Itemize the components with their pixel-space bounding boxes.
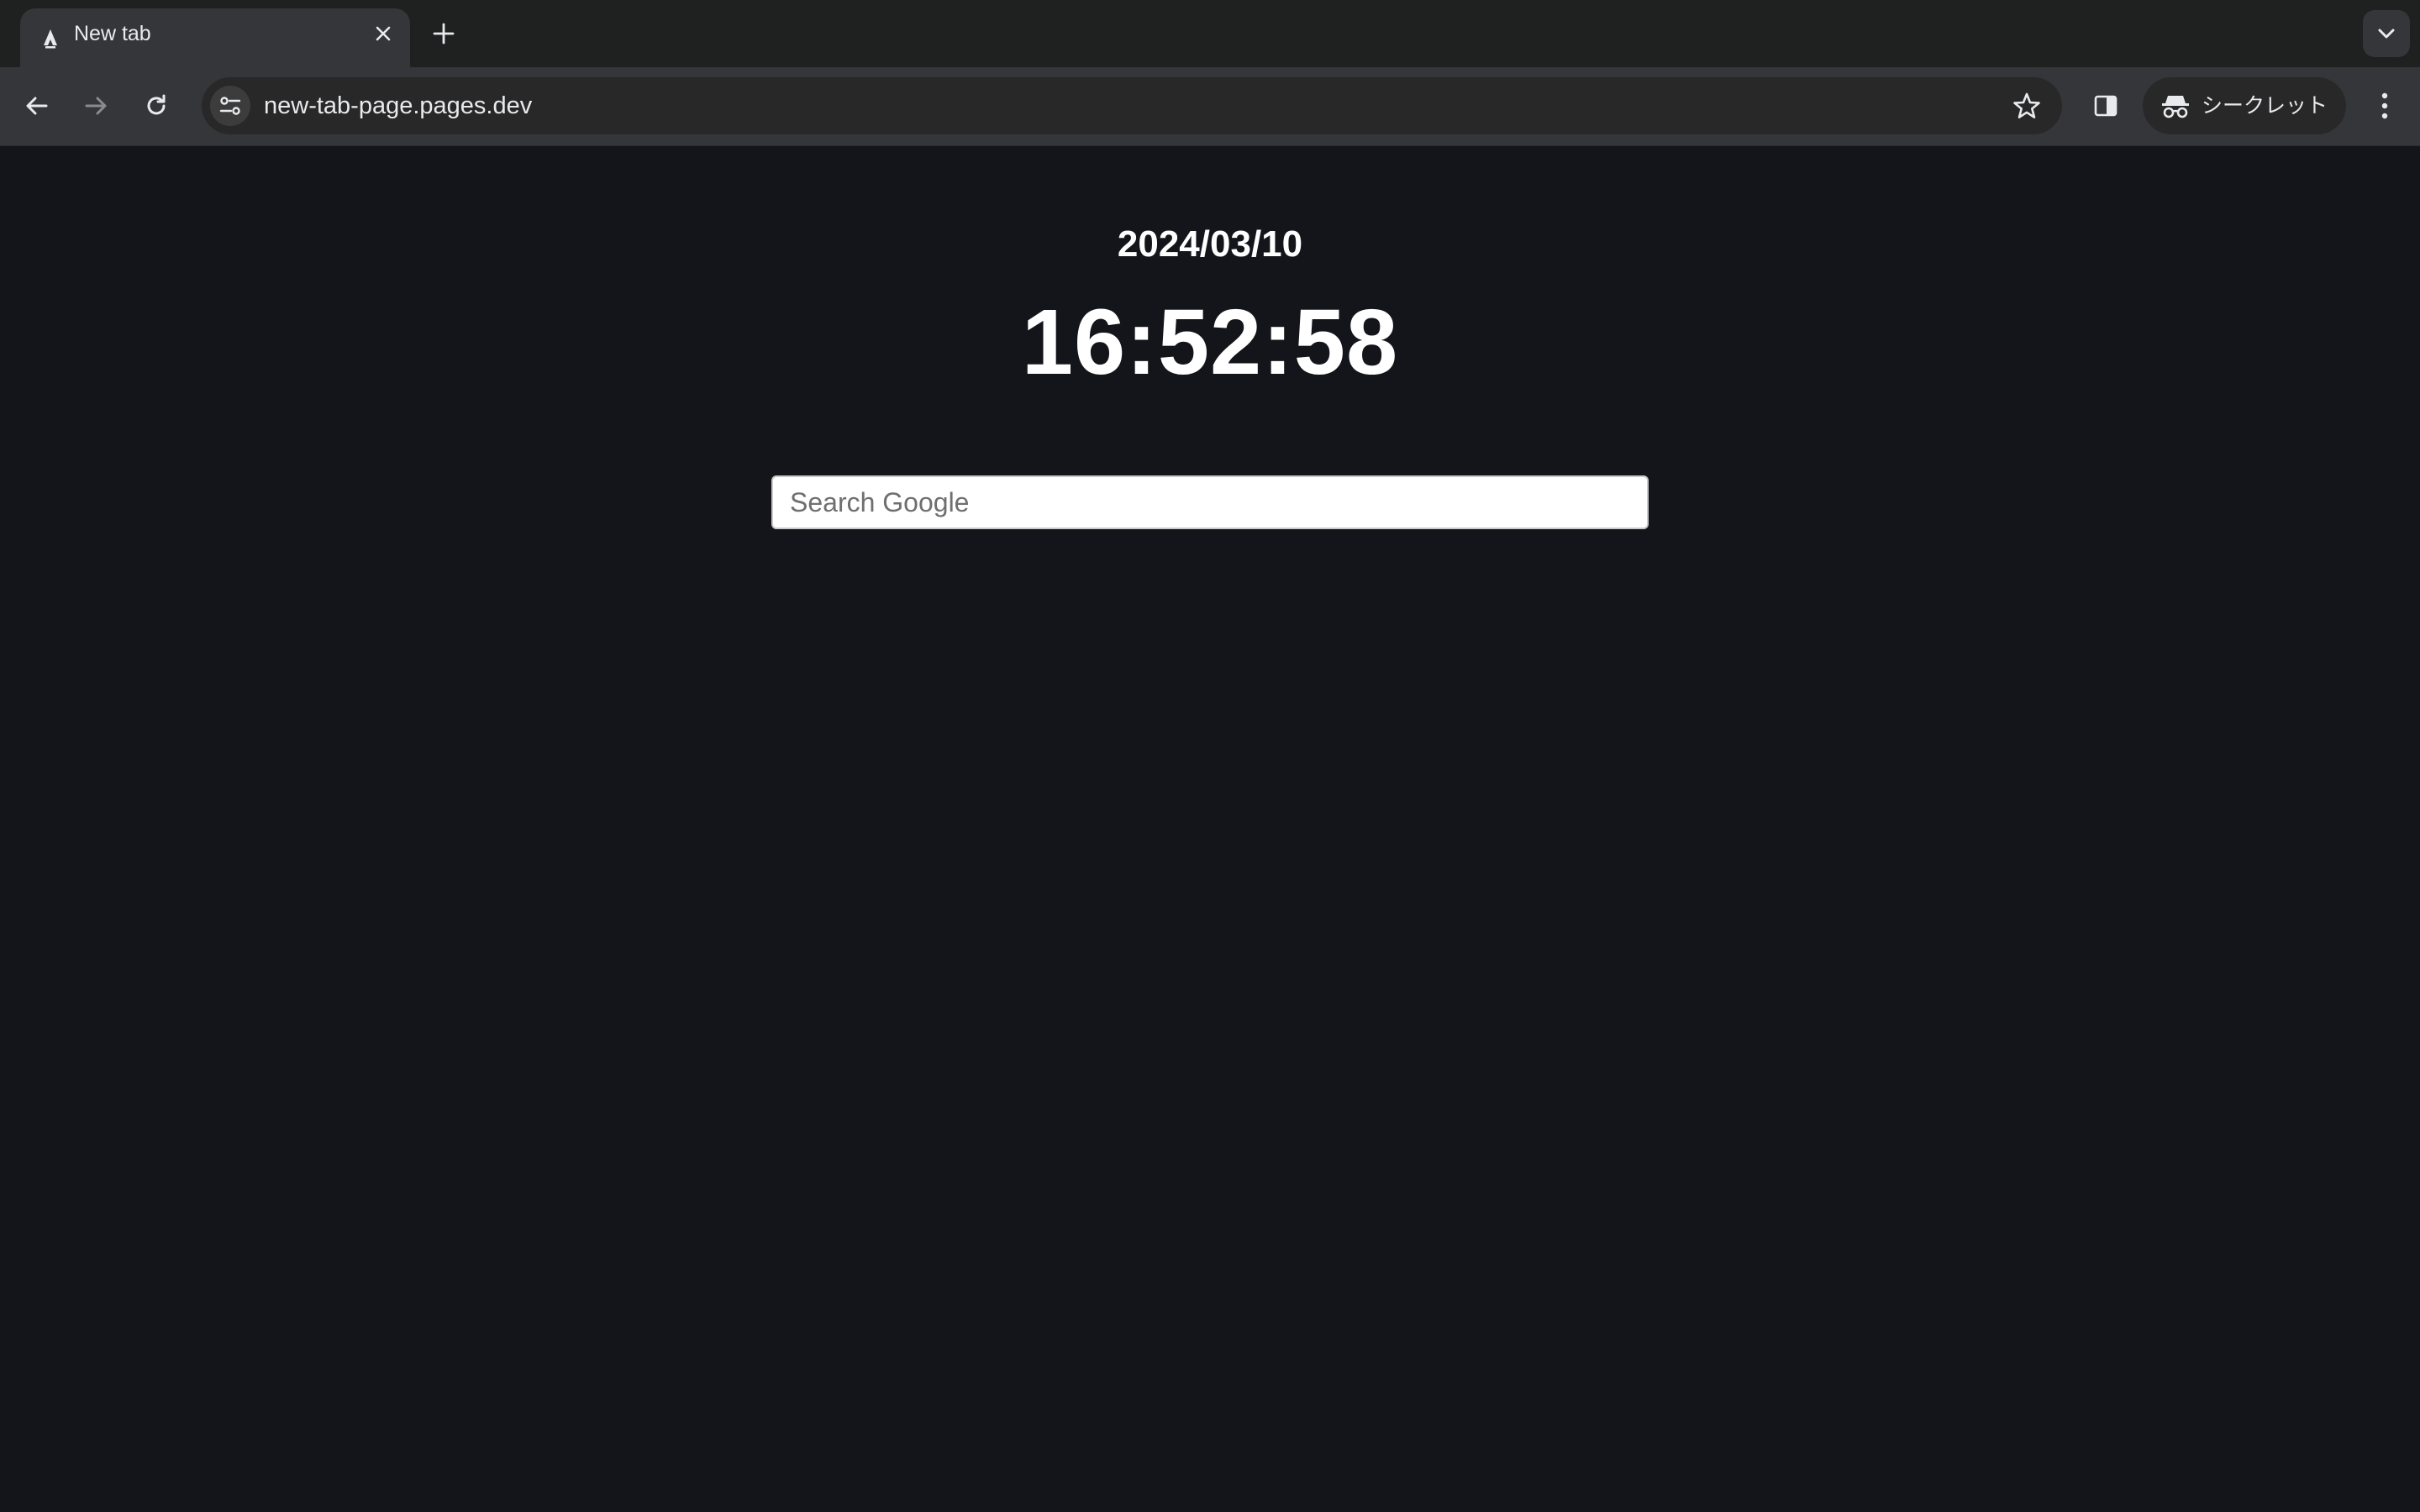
forward-button[interactable]	[74, 84, 118, 128]
plus-icon	[433, 23, 455, 45]
incognito-icon	[2162, 96, 2189, 118]
bookmark-button[interactable]	[2010, 89, 2044, 123]
incognito-label: シークレット	[2202, 94, 2328, 118]
clock-display: 16:52:58	[1021, 291, 1399, 394]
tab-new-tab[interactable]: New tab	[20, 8, 410, 67]
incognito-profile-chip[interactable]: シークレット	[2143, 77, 2346, 134]
tab-search-button[interactable]	[2363, 10, 2410, 57]
side-panel-icon	[2094, 95, 2118, 117]
reload-button[interactable]	[134, 84, 178, 128]
back-button[interactable]	[15, 84, 59, 128]
forward-arrow-icon	[85, 97, 107, 115]
chevron-down-icon	[2378, 29, 2395, 39]
address-bar[interactable]: new-tab-page.pages.dev	[202, 77, 2062, 134]
new-tab-button[interactable]	[427, 17, 460, 50]
more-vert-icon	[2381, 92, 2388, 119]
back-arrow-icon	[26, 97, 48, 115]
favicon-icon	[44, 29, 57, 49]
site-settings-icon	[219, 97, 241, 115]
reload-icon	[147, 94, 166, 115]
close-icon[interactable]	[370, 20, 397, 47]
star-icon	[2013, 92, 2040, 118]
side-panel-button[interactable]	[2084, 84, 2128, 128]
search-input[interactable]	[771, 475, 1649, 529]
site-settings-button[interactable]	[210, 86, 250, 126]
tab-title: New tab	[74, 22, 151, 45]
page-content: 2024/03/10 16:52:58	[0, 146, 2420, 1512]
menu-button[interactable]	[2365, 84, 2405, 128]
tab-strip: New tab	[0, 0, 2420, 67]
url-text[interactable]: new-tab-page.pages.dev	[264, 77, 532, 134]
date-display: 2024/03/10	[1117, 223, 1303, 265]
toolbar: new-tab-page.pages.dev シークレット	[0, 67, 2420, 146]
